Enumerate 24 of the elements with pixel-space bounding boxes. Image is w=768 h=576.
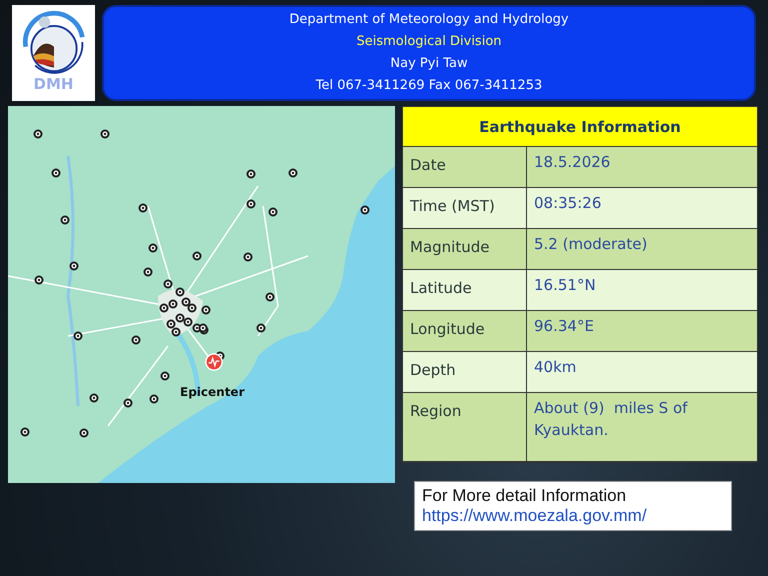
table-cell-text: About (9) miles S of Kyauktan.: [533, 398, 689, 441]
header-text: Tel 067-3411269 Fax 067-3411253: [316, 77, 542, 95]
table-cell: Time (MST): [403, 188, 527, 228]
epicenter-label: Epicenter: [180, 385, 244, 399]
table-cell-text: 08:35:26: [533, 193, 602, 214]
table-cell-text: 16.51°N: [533, 275, 597, 296]
info-text: For More detail Information: [422, 486, 628, 506]
table-title: Earthquake Information: [403, 107, 757, 147]
header-text: Department of Meteorology and Hydrology: [289, 11, 569, 29]
table-cell-text: 18.5.2026: [533, 152, 612, 173]
table-cell: Latitude: [403, 270, 527, 310]
table-cell: Depth: [403, 352, 527, 392]
table-cell-text: 5.2 (moderate): [533, 234, 648, 255]
header-text: Seismological Division: [356, 33, 502, 51]
epicenter-icon: [205, 353, 223, 371]
table-cell: Date: [403, 147, 527, 187]
table-cell: Magnitude: [403, 229, 527, 269]
table-cell-text: 96.34°E: [533, 316, 595, 337]
website-link[interactable]: https://www.moezala.gov.mm/: [422, 506, 647, 526]
table-cell: Region: [403, 393, 527, 461]
table-cell-text: 40km: [533, 357, 578, 378]
logo-text: DMH: [34, 75, 74, 93]
header-text: Nay Pyi Taw: [390, 55, 468, 73]
table-cell: Longitude: [403, 311, 527, 351]
